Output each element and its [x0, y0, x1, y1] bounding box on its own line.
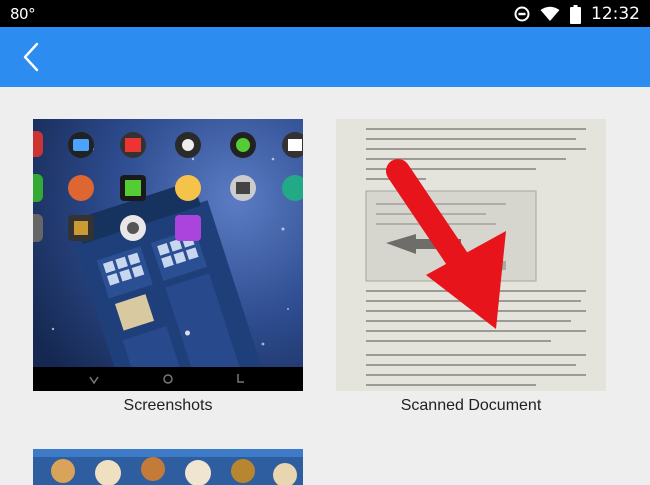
third-album-thumbnail [33, 449, 303, 485]
clock: 12:32 [591, 4, 640, 24]
wifi-icon [540, 6, 560, 21]
app-bar [0, 27, 650, 87]
album-third[interactable] [33, 449, 303, 485]
scanned-document-thumbnail [336, 119, 606, 391]
chevron-left-icon[interactable] [14, 39, 50, 75]
status-bar: 80° 12:32 [0, 0, 650, 27]
status-icons: 12:32 [514, 3, 640, 25]
album-screenshots[interactable]: Screenshots [33, 119, 303, 414]
album-grid: Screenshots Scanned Document [0, 87, 650, 485]
album-scanned-document[interactable]: Scanned Document [336, 119, 606, 414]
status-left-text: 80° [10, 5, 36, 23]
do-not-disturb-icon [514, 6, 530, 22]
battery-icon [570, 4, 581, 24]
screenshots-thumbnail [33, 119, 303, 391]
album-label: Scanned Document [400, 397, 542, 414]
album-label: Screenshots [123, 397, 213, 414]
